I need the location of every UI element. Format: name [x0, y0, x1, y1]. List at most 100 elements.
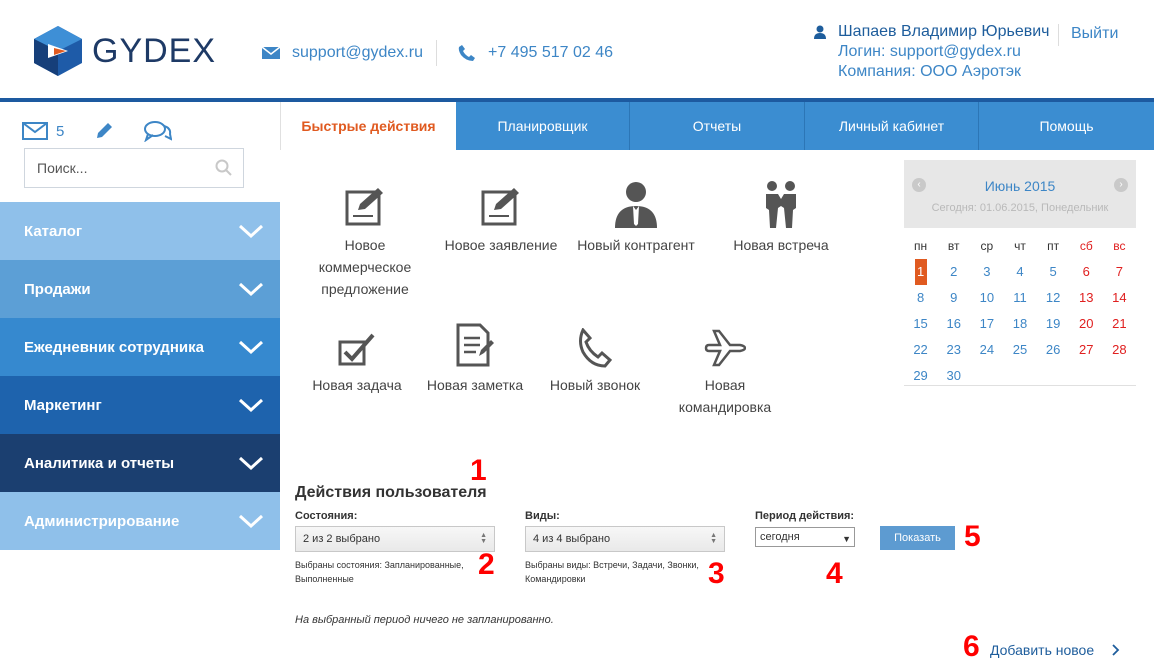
calendar-day[interactable]: 29: [904, 366, 937, 392]
tab-reports[interactable]: Отчеты: [630, 102, 805, 150]
sidebar-item-label: Продажи: [24, 280, 91, 298]
sidebar-item-sales[interactable]: Продажи: [0, 260, 280, 318]
annotation-number: 3: [708, 557, 725, 590]
calendar-day-number: 15: [913, 316, 928, 331]
calendar-day[interactable]: 2: [937, 262, 970, 288]
period-select[interactable]: сегодня ▼: [755, 527, 855, 547]
calendar-day[interactable]: 6: [1070, 262, 1103, 288]
add-new-link[interactable]: Добавить новое: [990, 642, 1120, 658]
calendar-day-number: 9: [950, 290, 958, 305]
chevron-left-icon[interactable]: ‹: [912, 178, 926, 192]
quick-action-label: Новая командировка: [678, 377, 772, 415]
chevron-right-icon[interactable]: ›: [1114, 178, 1128, 192]
chat-button[interactable]: [144, 120, 173, 142]
period-select-value: сегодня: [760, 531, 800, 543]
quick-action-new-task[interactable]: Новая задача: [292, 310, 422, 396]
sidebar-item-catalog[interactable]: Каталог: [0, 202, 280, 260]
calendar-day[interactable]: 23: [937, 340, 970, 366]
sidebar-item-administration[interactable]: Администрирование: [0, 492, 280, 550]
quick-action-label: Новый звонок: [549, 377, 641, 393]
calendar-day-number: 28: [1112, 342, 1127, 357]
types-select[interactable]: 4 из 4 выбрано ▲ ▼: [525, 526, 725, 552]
calendar-day[interactable]: 16: [937, 314, 970, 340]
calendar-day-number: 13: [1079, 290, 1094, 305]
calendar-day[interactable]: 13: [1070, 288, 1103, 314]
calendar-day[interactable]: 27: [1070, 340, 1103, 366]
calendar-day[interactable]: 28: [1103, 340, 1136, 366]
chevron-down-icon: [238, 224, 264, 239]
header: GYDEX support@gydex.ru +7 495 517 02 46 …: [0, 0, 1154, 100]
person-tie-icon: [571, 170, 701, 228]
calendar-day-number: 2: [950, 264, 958, 279]
calendar-day[interactable]: 3: [970, 262, 1003, 288]
show-button[interactable]: Показать: [880, 526, 955, 550]
calendar-weekday: сб: [1079, 239, 1093, 253]
calendar-day[interactable]: 20: [1070, 314, 1103, 340]
quick-action-new-call[interactable]: Новый звонок: [530, 310, 660, 396]
calendar-day[interactable]: 21: [1103, 314, 1136, 340]
search-icon[interactable]: [215, 159, 233, 182]
calendar-day[interactable]: 19: [1037, 314, 1070, 340]
quick-action-new-statement[interactable]: Новое заявление: [436, 170, 566, 256]
calendar-day[interactable]: 8: [904, 288, 937, 314]
calendar-empty-cell: [1003, 366, 1036, 392]
sidebar-item-marketing[interactable]: Маркетинг: [0, 376, 280, 434]
calendar-day[interactable]: 7: [1103, 262, 1136, 288]
calendar-day[interactable]: 11: [1003, 288, 1036, 314]
calendar-week-row: 29 30: [904, 366, 1136, 392]
calendar-day[interactable]: 22: [904, 340, 937, 366]
select-arrows-icon: ▲ ▼: [480, 532, 487, 545]
states-label: Состояния:: [295, 510, 358, 522]
quick-action-new-note[interactable]: Новая заметка: [410, 310, 540, 396]
sidebar-item-analytics[interactable]: Аналитика и отчеты: [0, 434, 280, 492]
contact-divider: [436, 40, 437, 66]
calendar-day[interactable]: 5: [1037, 262, 1070, 288]
search-input[interactable]: [25, 149, 205, 187]
user-name[interactable]: Шапаев Владимир Юрьевич: [814, 22, 1050, 42]
calendar-day[interactable]: 30: [937, 366, 970, 392]
tab-personal-account[interactable]: Личный кабинет: [805, 102, 979, 150]
calendar-day[interactable]: 1: [904, 259, 937, 288]
calendar-day[interactable]: 25: [1003, 340, 1036, 366]
calendar-day[interactable]: 17: [970, 314, 1003, 340]
tab-quick-actions[interactable]: Быстрые действия: [280, 102, 456, 150]
calendar: ‹ Июнь 2015 Сегодня: 01.06.2015, Понедел…: [904, 160, 1136, 386]
quick-action-new-meeting[interactable]: Новая встреча: [716, 170, 846, 256]
calendar-day-number: 22: [913, 342, 928, 357]
chevron-down-icon: [238, 340, 264, 355]
calendar-day[interactable]: 15: [904, 314, 937, 340]
edit-button[interactable]: [94, 121, 114, 141]
calendar-header: ‹ Июнь 2015 Сегодня: 01.06.2015, Понедел…: [904, 160, 1136, 228]
messages-button[interactable]: 5: [22, 122, 64, 140]
calendar-day[interactable]: 9: [937, 288, 970, 314]
calendar-day[interactable]: 14: [1103, 288, 1136, 314]
quick-action-new-counterparty[interactable]: Новый контрагент: [571, 170, 701, 256]
tab-help[interactable]: Помощь: [979, 102, 1154, 150]
quick-action-label: Новое заявление: [444, 237, 558, 253]
calendar-day[interactable]: 4: [1003, 262, 1036, 288]
logo[interactable]: GYDEX: [30, 24, 216, 78]
calendar-day[interactable]: 24: [970, 340, 1003, 366]
chat-bubbles-icon: [144, 121, 173, 142]
calendar-day[interactable]: 18: [1003, 314, 1036, 340]
handshake-icon: [716, 170, 846, 228]
sidebar-item-planner[interactable]: Ежедневник сотрудника: [0, 318, 280, 376]
calendar-day[interactable]: 10: [970, 288, 1003, 314]
quick-action-new-offer[interactable]: Новое коммерческое предложение: [300, 170, 430, 300]
annotation-number: 6: [963, 630, 980, 663]
logout-link[interactable]: Выйти: [1058, 24, 1118, 46]
quick-action-new-trip[interactable]: Новая командировка: [660, 310, 790, 418]
types-label: Виды:: [525, 510, 560, 522]
support-email[interactable]: support@gydex.ru: [262, 44, 423, 62]
types-note-line: Выбраны виды: Встречи, Задачи, Звонки,: [525, 560, 699, 570]
add-new-label: Добавить новое: [990, 642, 1095, 658]
annotation-number: 2: [478, 548, 495, 581]
support-phone-text: +7 495 517 02 46: [488, 44, 614, 61]
calendar-day-number: 26: [1045, 342, 1061, 357]
tab-planner[interactable]: Планировщик: [456, 102, 630, 150]
calendar-day[interactable]: 26: [1037, 340, 1070, 366]
calendar-day[interactable]: 12: [1037, 288, 1070, 314]
support-phone[interactable]: +7 495 517 02 46: [458, 44, 613, 62]
states-select[interactable]: 2 из 2 выбрано ▲ ▼: [295, 526, 495, 552]
calendar-weekday: чт: [1014, 239, 1026, 253]
